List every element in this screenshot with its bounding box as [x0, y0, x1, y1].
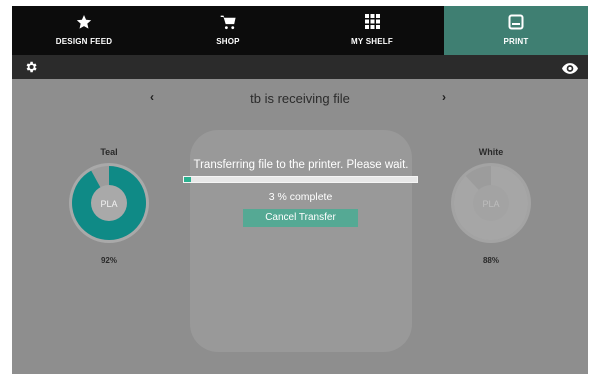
app-window: DESIGN FEED SHOP MY SHELF PRINT ‹ tb is …: [12, 6, 588, 374]
spool-percent: 92%: [100, 256, 117, 265]
cancel-transfer-button[interactable]: Cancel Transfer: [243, 209, 358, 227]
spool-color-name: Teal: [100, 147, 118, 157]
next-printer-button[interactable]: ›: [442, 90, 446, 104]
tab-print[interactable]: PRINT: [444, 6, 588, 55]
top-nav: DESIGN FEED SHOP MY SHELF PRINT: [12, 6, 588, 55]
toolbar: [12, 55, 588, 79]
spool-color-name: White: [478, 147, 504, 157]
gear-icon[interactable]: [24, 60, 38, 79]
spool-percent: 88%: [482, 256, 499, 265]
printer-icon: [444, 14, 588, 30]
tab-my-shelf[interactable]: MY SHELF: [300, 6, 444, 55]
spool-gauge: PLA: [69, 163, 149, 243]
tab-label: PRINT: [503, 37, 529, 46]
cart-icon: [156, 14, 300, 30]
star-icon: [12, 14, 156, 30]
tab-label: DESIGN FEED: [55, 37, 113, 46]
tab-label: MY SHELF: [351, 37, 393, 46]
grid-icon: [300, 14, 444, 29]
tab-label: SHOP: [216, 37, 240, 46]
progress-percent-text: 3 % complete: [268, 191, 333, 203]
spool-right: White PLA 88%: [447, 145, 535, 265]
eye-icon[interactable]: [562, 61, 578, 79]
transfer-message: Transferring file to the printer. Please…: [193, 159, 409, 171]
spool-left: Teal PLA 92%: [65, 145, 153, 265]
spool-material: PLA: [100, 199, 117, 209]
spool-gauge: PLA: [451, 163, 531, 243]
transfer-progress-bar: [183, 176, 418, 183]
progress-fill: [184, 177, 191, 182]
page-header: tb is receiving file: [12, 88, 588, 110]
page-title: tb is receiving file: [250, 91, 350, 106]
tab-shop[interactable]: SHOP: [156, 6, 300, 55]
tab-design-feed[interactable]: DESIGN FEED: [12, 6, 156, 55]
spool-material: PLA: [482, 199, 499, 209]
